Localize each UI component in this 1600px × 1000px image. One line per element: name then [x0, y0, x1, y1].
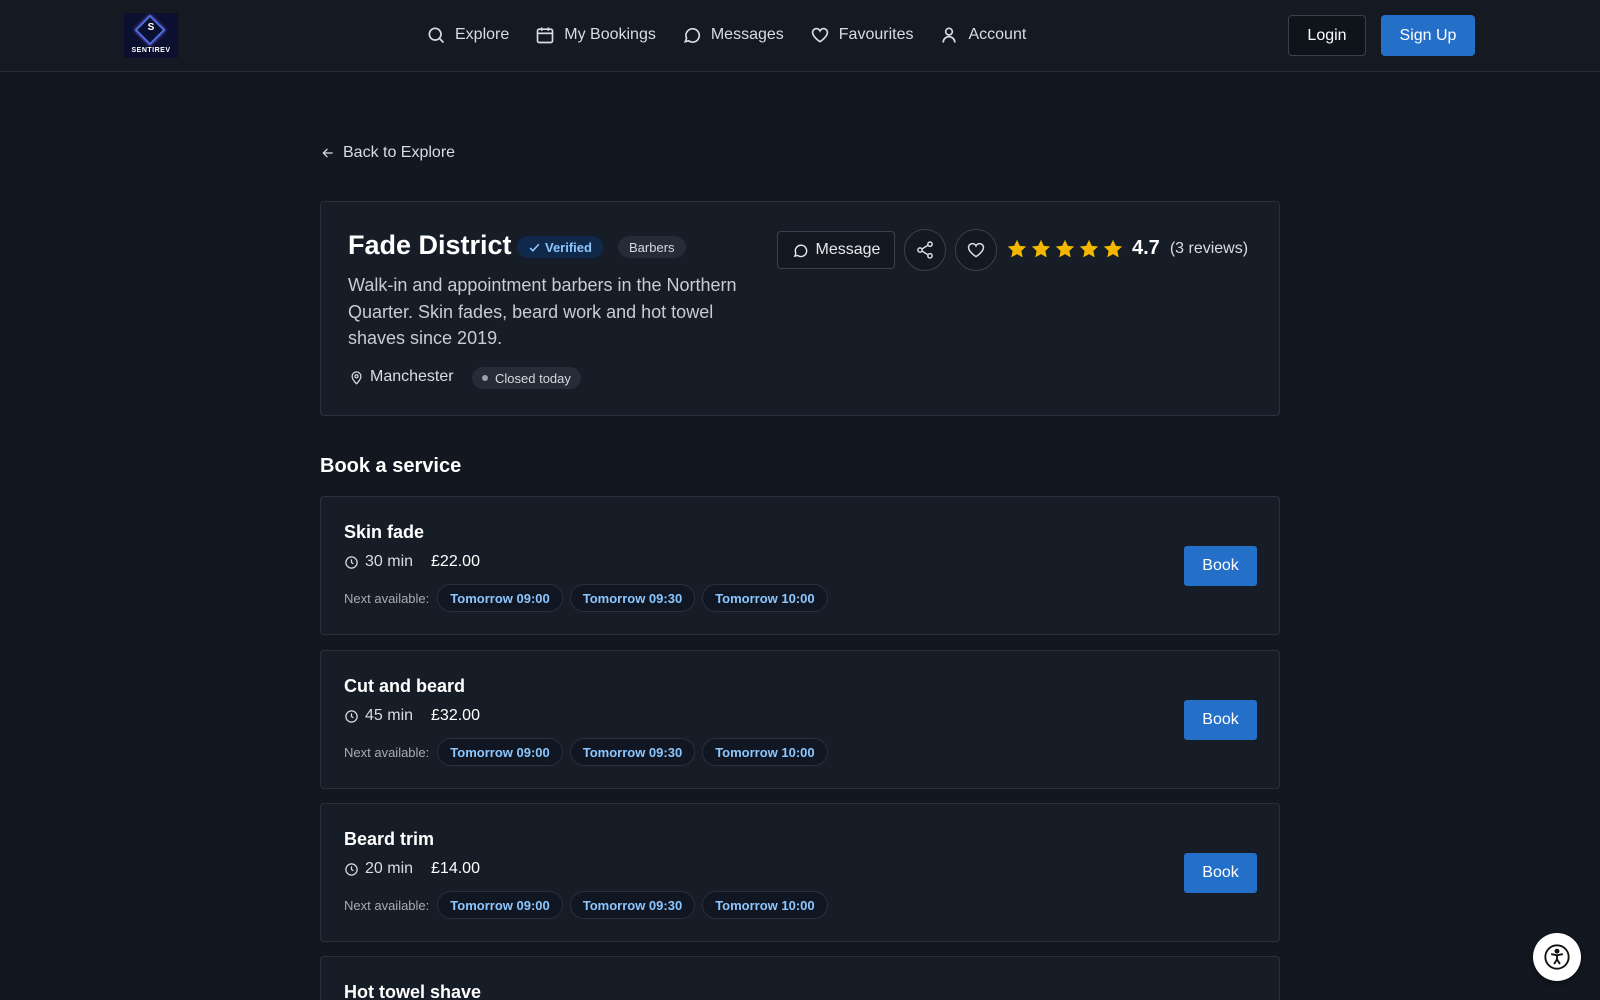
heart-icon: [811, 27, 829, 43]
time-slot-chip[interactable]: Tomorrow 09:30: [569, 584, 696, 612]
nav-messages-label: Messages: [710, 26, 784, 43]
sign-up-button[interactable]: Sign Up: [1381, 15, 1475, 56]
service-duration: 20 min: [365, 860, 414, 877]
clock-icon: [345, 709, 358, 723]
service-name: Cut and beard: [344, 676, 466, 696]
favourite-button[interactable]: [955, 229, 997, 271]
top-navbar: S SENTIREV Explore My Bookings Messages …: [0, 0, 1600, 72]
book-button[interactable]: Book: [1184, 700, 1257, 740]
next-available-slots: Next available: Tomorrow 09:00 Tomorrow …: [344, 891, 828, 919]
chat-bubble-icon: [683, 27, 700, 43]
nav-account[interactable]: Account: [939, 25, 1026, 45]
clock-icon: [345, 555, 358, 569]
search-icon: [428, 27, 445, 44]
service-name: Beard trim: [344, 829, 435, 849]
category-badge: Barbers: [618, 236, 686, 258]
service-card: Beard trim 20 min £14.00 Next available:…: [320, 803, 1280, 942]
verified-label: Verified: [545, 239, 592, 255]
time-slot-chip[interactable]: Tomorrow 10:00: [702, 584, 828, 612]
user-icon: [942, 27, 957, 43]
time-slot-chip[interactable]: Tomorrow 09:30: [569, 738, 696, 766]
star-rating: [1006, 238, 1124, 260]
accessibility-button[interactable]: [1533, 933, 1581, 981]
status-label: Closed today: [495, 370, 571, 386]
star-icon: [1031, 239, 1051, 257]
service-name: Skin fade: [344, 522, 425, 542]
nav-favourites[interactable]: Favourites: [810, 25, 914, 45]
service-price: £14.00: [431, 860, 480, 877]
clock-icon: [345, 862, 358, 876]
service-meta: 45 min £32.00: [344, 707, 480, 725]
nav-favourites-label: Favourites: [838, 26, 914, 43]
back-to-explore-link[interactable]: Back to Explore: [321, 144, 455, 162]
message-button-label: Message: [815, 241, 881, 258]
star-icon: [1055, 239, 1075, 257]
next-available-label: Next available:: [344, 590, 430, 606]
main-nav: Explore My Bookings Messages Favourites …: [426, 22, 1026, 48]
business-name: Fade District: [348, 230, 512, 260]
rating-value: 4.7: [1132, 237, 1160, 259]
service-card: Hot towel shave: [320, 956, 1280, 1000]
star-icon: [1007, 239, 1027, 257]
opening-status-badge: Closed today: [472, 367, 581, 389]
logo-letter: S: [147, 22, 155, 33]
nav-explore-label: Explore: [455, 26, 510, 43]
share-icon: [917, 241, 933, 259]
status-dot-icon: [482, 375, 488, 381]
time-slot-chip[interactable]: Tomorrow 10:00: [702, 738, 828, 766]
map-pin-icon: [351, 370, 362, 385]
next-available-slots: Next available: Tomorrow 09:00 Tomorrow …: [344, 738, 828, 766]
share-button[interactable]: [904, 229, 946, 271]
message-button[interactable]: Message: [777, 231, 895, 269]
location-label: Manchester: [370, 368, 454, 385]
next-available-label: Next available:: [344, 744, 430, 760]
sentirev-logo[interactable]: S SENTIREV: [124, 13, 178, 58]
time-slot-chip[interactable]: Tomorrow 10:00: [702, 891, 828, 919]
business-header-card: Fade District Verified Barbers Walk-in a…: [320, 201, 1280, 416]
back-link-label: Back to Explore: [343, 144, 456, 161]
login-button[interactable]: Login: [1288, 15, 1366, 56]
logo-wordmark: SENTIREV: [131, 47, 171, 54]
service-name: Hot towel shave: [344, 982, 482, 1000]
time-slot-chip[interactable]: Tomorrow 09:30: [569, 891, 696, 919]
nav-messages[interactable]: Messages: [682, 25, 784, 45]
verified-badge: Verified: [517, 236, 603, 258]
service-card: Skin fade 30 min £22.00 Next available: …: [320, 496, 1280, 635]
business-location: Manchester: [349, 368, 454, 386]
business-description: Walk-in and appointment barbers in the N…: [348, 275, 737, 348]
heart-icon: [967, 242, 985, 258]
service-duration: 45 min: [365, 707, 414, 724]
book-button[interactable]: Book: [1184, 546, 1257, 586]
book-button[interactable]: Book: [1184, 853, 1257, 893]
book-service-heading: Book a service: [320, 455, 462, 477]
service-meta: 20 min £14.00: [344, 860, 480, 878]
calendar-icon: [536, 27, 554, 44]
service-card: Cut and beard 45 min £32.00 Next availab…: [320, 650, 1280, 789]
nav-account-label: Account: [968, 26, 1027, 43]
service-meta: 30 min £22.00: [344, 553, 480, 571]
accessibility-icon: [1544, 944, 1570, 970]
nav-my-bookings-label: My Bookings: [564, 26, 656, 43]
rating-summary: 4.7 (3 reviews): [1006, 237, 1248, 260]
time-slot-chip[interactable]: Tomorrow 09:00: [437, 584, 563, 612]
time-slot-chip[interactable]: Tomorrow 09:00: [437, 891, 563, 919]
arrow-left-icon: [322, 148, 333, 158]
review-count: (3 reviews): [1169, 239, 1249, 257]
star-icon: [1079, 239, 1099, 257]
service-duration: 30 min: [365, 553, 414, 570]
star-icon: [1103, 239, 1123, 257]
next-available-label: Next available:: [344, 897, 430, 913]
service-price: £22.00: [431, 553, 480, 570]
time-slot-chip[interactable]: Tomorrow 09:00: [437, 738, 563, 766]
next-available-slots: Next available: Tomorrow 09:00 Tomorrow …: [344, 584, 828, 612]
service-price: £32.00: [431, 707, 480, 724]
nav-explore[interactable]: Explore: [426, 25, 509, 45]
chat-bubble-icon: [793, 244, 807, 257]
nav-my-bookings[interactable]: My Bookings: [535, 25, 656, 45]
checkmark-icon: [529, 243, 540, 252]
